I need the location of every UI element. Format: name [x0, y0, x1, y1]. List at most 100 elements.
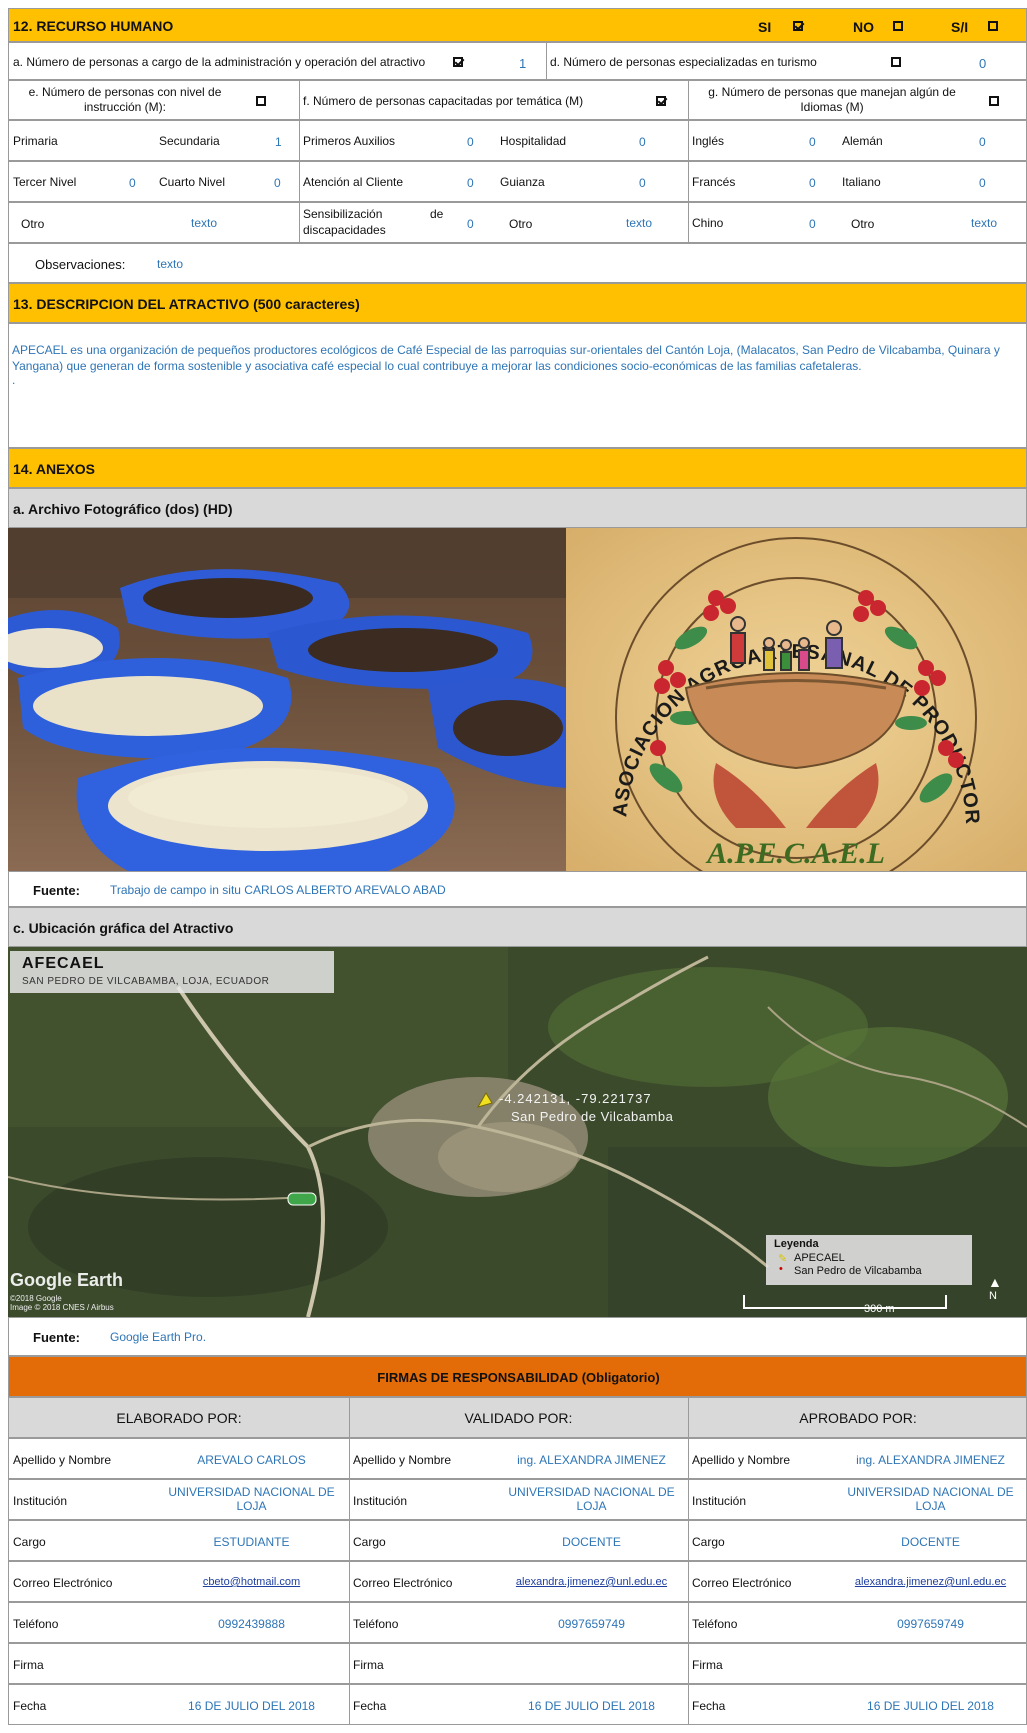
map-scale-label: 300 m — [864, 1303, 895, 1315]
frances-label: Francés — [692, 175, 736, 189]
row-levels-3: Otro texto Sensibilización de discapacid… — [8, 202, 1027, 243]
col-aprobado: APROBADO POR: — [799, 1410, 917, 1426]
map-copyright-1: ©2018 Google — [10, 1294, 62, 1303]
tercer-value: 0 — [129, 176, 136, 190]
email-link[interactable]: alexandra.jimenez@unl.edu.ec — [499, 1576, 684, 1588]
row-e-f-g: e. Número de personas con nivel de instr… — [8, 80, 1027, 120]
si-label: SI — [758, 19, 772, 35]
firma-field-label: Firma — [692, 1658, 723, 1672]
aleman-value: 0 — [979, 135, 986, 149]
google-earth-logo: Google Earth — [10, 1270, 124, 1290]
firma-field-value: UNIVERSIDAD NACIONAL DE LOJA — [847, 1485, 1014, 1513]
legend-item-apecael: APECAEL — [794, 1252, 845, 1264]
a-label: a. Número de personas a cargo de la admi… — [13, 55, 426, 69]
firmas-row: Firma Firma Firma — [8, 1643, 1027, 1684]
chino-value: 0 — [809, 217, 816, 231]
otro3-value: texto — [971, 216, 998, 230]
firma-field-value: 16 DE JULIO DEL 2018 — [188, 1699, 315, 1713]
firma-field-value: DOCENTE — [901, 1535, 960, 1549]
cuarto-label: Cuarto Nivel — [159, 175, 226, 189]
firma-field-label: Institución — [13, 1494, 68, 1508]
logo-name: A.P.E.C.A.E.L — [705, 837, 885, 870]
firmas-title: FIRMAS DE RESPONSABILIDAD (Obligatorio) — [377, 1370, 660, 1385]
sensibilizacion-de: de — [430, 207, 444, 221]
description-box: APECAEL es una organización de pequeños … — [8, 323, 1027, 448]
fuente-photos-value: Trabajo de campo in situ CARLOS ALBERTO … — [110, 883, 446, 897]
location-title: c. Ubicación gráfica del Atractivo — [13, 920, 234, 936]
d-checkbox[interactable] — [891, 57, 901, 67]
firma-field-value: UNIVERSIDAD NACIONAL DE LOJA — [168, 1485, 335, 1513]
firma-field-label: Firma — [353, 1658, 384, 1672]
north-arrow-icon[interactable]: ▲ — [988, 1274, 1002, 1290]
firma-field-label: Cargo — [353, 1535, 386, 1549]
firma-field-label: Teléfono — [692, 1617, 738, 1631]
aleman-label: Alemán — [842, 134, 883, 148]
si-checkbox[interactable] — [793, 21, 803, 31]
email-link[interactable]: alexandra.jimenez@unl.edu.ec — [838, 1576, 1023, 1588]
section-13-title: 13. DESCRIPCION DEL ATRACTIVO (500 carac… — [13, 296, 360, 312]
otro-value: texto — [191, 216, 218, 230]
apecael-logo-photo: ASOCIACION AGROARTESANAL DE PRODUCTORES … — [566, 528, 1027, 871]
row-levels-1: Primaria Secundaria 1 Primeros Auxilios … — [8, 120, 1027, 161]
map-title: AFECAEL — [22, 955, 105, 972]
g-label: g. Número de personas que manejan algún … — [708, 85, 956, 114]
observaciones-value[interactable]: texto — [157, 257, 183, 271]
d-label: d. Número de personas especializadas en … — [550, 55, 817, 69]
section-12-header: 12. RECURSO HUMANO SI NO S/I — [8, 8, 1027, 42]
firma-field-value: 0992439888 — [218, 1617, 285, 1631]
row-levels-2: Tercer Nivel 0 Cuarto Nivel 0 Atención a… — [8, 161, 1027, 202]
g-checkbox[interactable] — [989, 96, 999, 106]
section-13-header: 13. DESCRIPCION DEL ATRACTIVO (500 carac… — [8, 283, 1027, 323]
sensibilizacion-value: 0 — [467, 217, 474, 231]
no-checkbox[interactable] — [893, 21, 903, 31]
atencion-value: 0 — [467, 176, 474, 190]
photo-archive-header: a. Archivo Fotográfico (dos) (HD) — [8, 488, 1027, 528]
email-link[interactable]: cbeto@hotmail.com — [159, 1576, 344, 1588]
primaria-label: Primaria — [13, 134, 58, 148]
firma-field-label: Fecha — [353, 1699, 387, 1713]
firma-field-label: Institución — [692, 1494, 747, 1508]
firma-field-value: ing. ALEXANDRA JIMENEZ — [517, 1453, 666, 1467]
form-sheet: 12. RECURSO HUMANO SI NO S/I a. Número d… — [8, 8, 1027, 1733]
satellite-map[interactable]: AFECAEL SAN PEDRO DE VILCABAMBA, LOJA, E… — [8, 947, 1027, 1317]
firmas-row: Fecha 16 DE JULIO DEL 2018 Fecha 16 DE JULI… — [8, 1684, 1027, 1725]
firma-field-value: UNIVERSIDAD NACIONAL DE LOJA — [508, 1485, 675, 1513]
section-12-title: 12. RECURSO HUMANO — [13, 18, 174, 34]
firma-field-value: 16 DE JULIO DEL 2018 — [528, 1699, 655, 1713]
firma-field-label: Teléfono — [13, 1617, 59, 1631]
e-checkbox[interactable] — [256, 96, 266, 106]
firma-field-label: Cargo — [13, 1535, 46, 1549]
si-no-checkbox[interactable] — [988, 21, 998, 31]
f-label: f. Número de personas capacitadas por te… — [303, 94, 584, 108]
fuente-photos-row: Fuente: Trabajo de campo in situ CARLOS … — [8, 871, 1027, 907]
e-label: e. Número de personas con nivel de instr… — [28, 85, 222, 114]
firmas-row: Correo Electrónico cbeto@hotmail.com Corre… — [8, 1561, 1027, 1602]
map-title-box: AFECAEL SAN PEDRO DE VILCABAMBA, LOJA, E… — [10, 951, 334, 993]
otro-label: Otro — [21, 217, 45, 231]
firma-field-label: Cargo — [692, 1535, 725, 1549]
legend-item-san-pedro: San Pedro de Vilcabamba — [794, 1265, 922, 1277]
firma-field-label: Apellido y Nombre — [13, 1453, 112, 1467]
firma-field-label: Correo Electrónico — [353, 1576, 453, 1590]
col-elaborado: ELABORADO POR: — [116, 1410, 242, 1426]
firma-field-label: Apellido y Nombre — [692, 1453, 791, 1467]
hospitalidad-value: 0 — [639, 135, 646, 149]
a-checkbox[interactable] — [453, 57, 463, 67]
firma-field-label: Fecha — [692, 1699, 726, 1713]
coffee-beans-photo — [8, 528, 566, 871]
firma-field-label: Fecha — [13, 1699, 47, 1713]
italiano-value: 0 — [979, 176, 986, 190]
map-subtitle: SAN PEDRO DE VILCABAMBA, LOJA, ECUADOR — [22, 976, 270, 987]
firma-field-value: 16 DE JULIO DEL 2018 — [867, 1699, 994, 1713]
f-checkbox[interactable] — [656, 96, 666, 106]
ingles-value: 0 — [809, 135, 816, 149]
fuente-label: Fuente: — [33, 883, 80, 898]
map-legend: Leyenda ✎ APECAEL • San Pedro de Vilcaba… — [766, 1235, 972, 1285]
firma-field-value: ing. ALEXANDRA JIMENEZ — [856, 1453, 1005, 1467]
firma-field-label: Teléfono — [353, 1617, 399, 1631]
description-line-1: APECAEL es una organización de pequeños … — [12, 343, 1000, 357]
location-header: c. Ubicación gráfica del Atractivo — [8, 907, 1027, 947]
cuarto-value: 0 — [274, 176, 281, 190]
si-no-label: S/I — [951, 19, 969, 35]
firmas-row: Teléfono 0992439888 Teléfono 0997659749 Telé… — [8, 1602, 1027, 1643]
